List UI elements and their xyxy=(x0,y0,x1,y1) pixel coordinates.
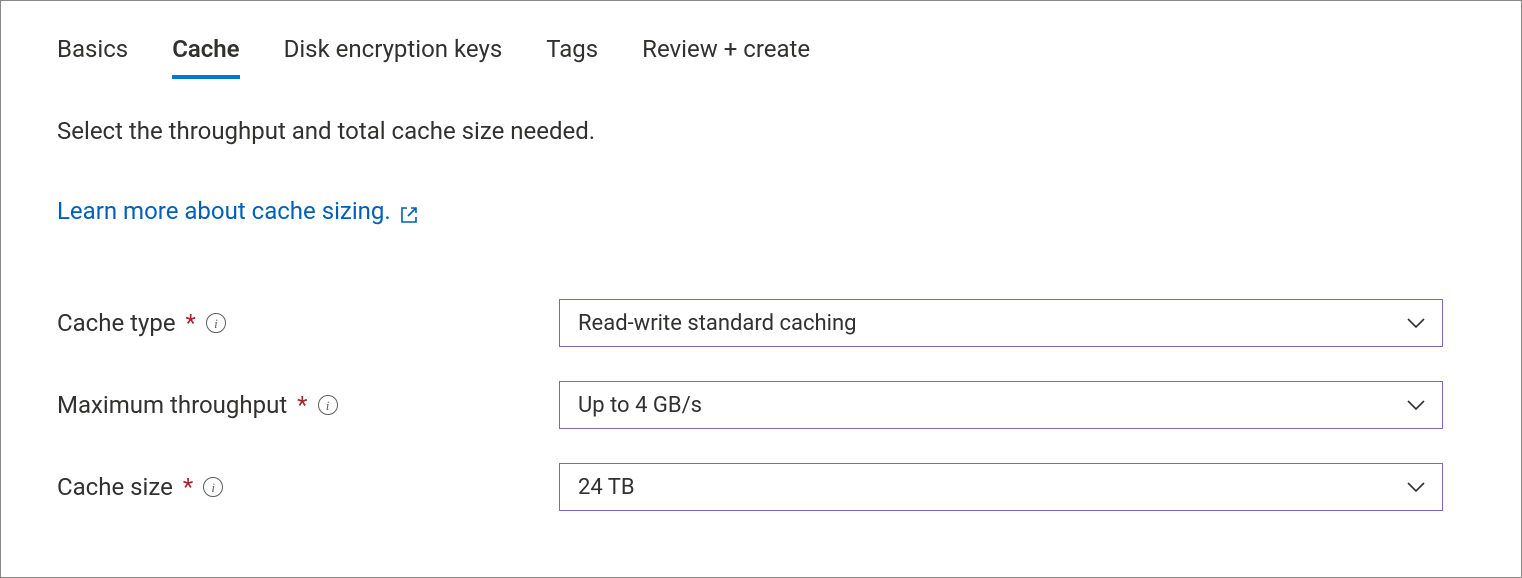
tab-disk-encryption-keys[interactable]: Disk encryption keys xyxy=(284,33,503,79)
tab-basics[interactable]: Basics xyxy=(57,33,128,79)
required-indicator: * xyxy=(186,309,196,337)
select-cache-size-value: 24 TB xyxy=(578,475,635,500)
field-cache-size: Cache size * i 24 TB xyxy=(57,463,1465,511)
info-icon[interactable]: i xyxy=(318,395,338,415)
label-cache-type-text: Cache type xyxy=(57,309,176,337)
required-indicator: * xyxy=(183,473,193,501)
select-cache-type[interactable]: Read-write standard caching xyxy=(559,299,1443,347)
select-cache-type-value: Read-write standard caching xyxy=(578,311,856,336)
field-cache-type: Cache type * i Read-write standard cachi… xyxy=(57,299,1465,347)
label-cache-size: Cache size * i xyxy=(57,473,559,501)
field-max-throughput: Maximum throughput * i Up to 4 GB/s xyxy=(57,381,1465,429)
required-indicator: * xyxy=(297,391,307,419)
description-text: Select the throughput and total cache si… xyxy=(57,115,1465,147)
chevron-down-icon xyxy=(1406,481,1426,493)
label-cache-type: Cache type * i xyxy=(57,309,559,337)
info-icon[interactable]: i xyxy=(206,313,226,333)
learn-more-text: Learn more about cache sizing. xyxy=(57,195,391,227)
select-max-throughput[interactable]: Up to 4 GB/s xyxy=(559,381,1443,429)
label-max-throughput: Maximum throughput * i xyxy=(57,391,559,419)
info-icon[interactable]: i xyxy=(203,477,223,497)
learn-more-link[interactable]: Learn more about cache sizing. xyxy=(57,195,419,227)
chevron-down-icon xyxy=(1406,317,1426,329)
select-max-throughput-value: Up to 4 GB/s xyxy=(578,393,702,418)
select-cache-size[interactable]: 24 TB xyxy=(559,463,1443,511)
tab-cache[interactable]: Cache xyxy=(172,33,239,79)
tab-review-create[interactable]: Review + create xyxy=(642,33,810,79)
tab-bar: Basics Cache Disk encryption keys Tags R… xyxy=(57,33,1465,79)
tab-tags[interactable]: Tags xyxy=(546,33,598,79)
external-link-icon xyxy=(399,201,419,221)
label-cache-size-text: Cache size xyxy=(57,473,173,501)
chevron-down-icon xyxy=(1406,399,1426,411)
label-max-throughput-text: Maximum throughput xyxy=(57,391,287,419)
page-frame: Basics Cache Disk encryption keys Tags R… xyxy=(0,0,1522,578)
